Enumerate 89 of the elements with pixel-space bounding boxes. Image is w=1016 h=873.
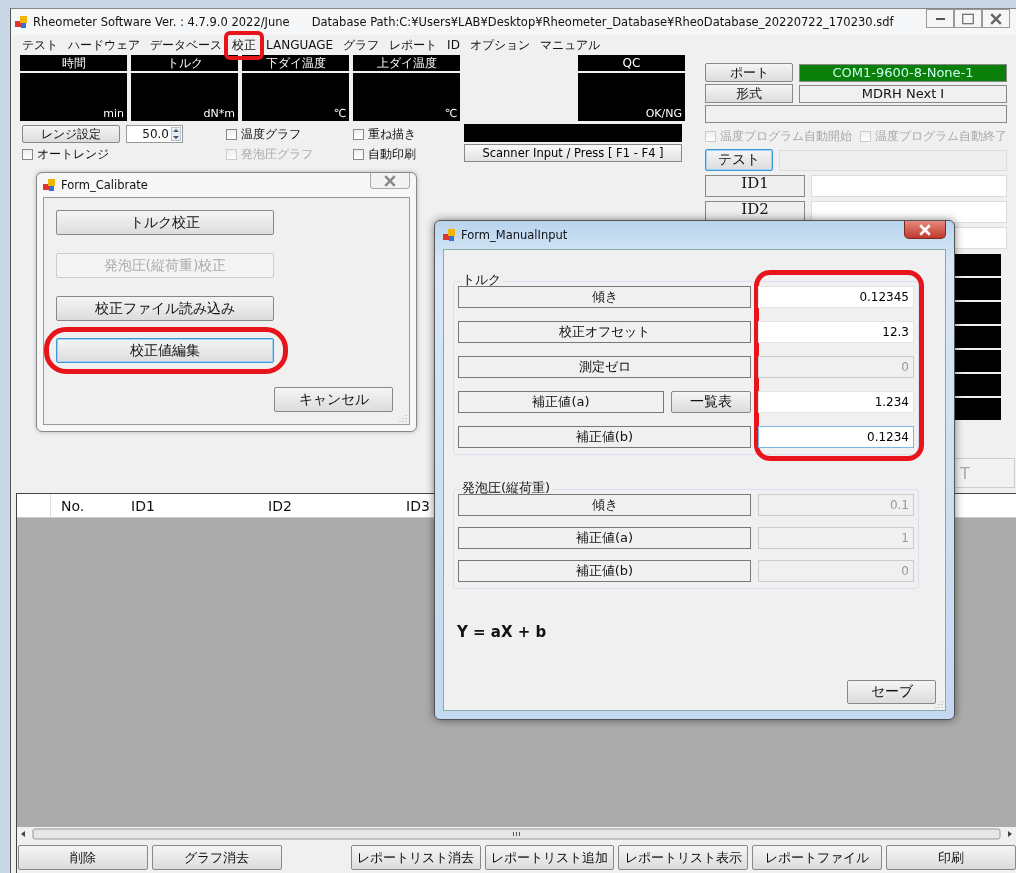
checkbox-label: 発泡圧グラフ	[241, 145, 313, 163]
menu-item[interactable]: 校正	[227, 36, 261, 54]
toolbar-button[interactable]: レポートリスト表示	[618, 845, 749, 870]
app-icon	[15, 16, 27, 28]
checkbox[interactable]	[226, 128, 237, 140]
menu-item[interactable]: ハードウェア	[63, 36, 145, 54]
display-header: 上ダイ温度	[353, 55, 460, 71]
checkbox[interactable]	[353, 148, 364, 160]
checkbox-label: オートレンジ	[37, 145, 109, 163]
cancel-button[interactable]: キャンセル	[274, 387, 393, 412]
close-icon	[990, 12, 1002, 25]
resize-grip-icon[interactable]	[399, 414, 407, 422]
toolbar-button[interactable]: 削除	[18, 845, 148, 870]
field-label: 測定ゼロ	[458, 356, 751, 378]
maximize-button[interactable]	[954, 9, 982, 28]
unit-label: ℃	[444, 107, 457, 120]
checkbox-label: 温度グラフ	[241, 125, 301, 143]
menu-item[interactable]: LANGUAGE	[261, 38, 339, 52]
display-header: 時間	[20, 55, 127, 71]
toolbar-button[interactable]: レポートリスト追加	[484, 845, 615, 870]
id-button[interactable]: ID1	[705, 175, 805, 197]
menu-item[interactable]: マニュアル	[534, 36, 605, 54]
menu-item[interactable]: ID	[442, 38, 465, 52]
field-label: 傾き	[458, 494, 751, 516]
value-field[interactable]: 12.3	[758, 321, 914, 343]
app-icon	[43, 179, 55, 191]
close-icon	[384, 174, 396, 187]
close-icon	[919, 223, 931, 236]
resize-grip-icon[interactable]	[935, 700, 943, 708]
value-field[interactable]: 0.1234	[758, 426, 914, 448]
checkbox-label: 重ね描き	[368, 125, 416, 143]
field-label: 補正値(a)	[458, 527, 751, 549]
minimize-icon	[935, 17, 945, 20]
field-label: 校正オフセット	[458, 321, 751, 343]
toolbar-button[interactable]: レポートファイル	[752, 845, 883, 870]
menu-item[interactable]: オプション	[464, 36, 535, 54]
formula-text: Y = aX + b	[457, 623, 548, 641]
unit-label: OK/NG	[645, 107, 682, 120]
dialog-button[interactable]: 校正ファイル読み込み	[56, 296, 274, 321]
display-header: 下ダイ温度	[242, 55, 349, 71]
field-label: 補正値(a)	[458, 391, 664, 413]
unit-label: ℃	[333, 107, 346, 120]
dialog-title: Form_ManualInput	[461, 228, 568, 242]
type-value: MDRH Next I	[799, 84, 1007, 103]
checkbox[interactable]	[22, 148, 33, 160]
spin-arrows-icon[interactable]	[171, 127, 181, 141]
list-button[interactable]: 一覧表	[671, 391, 751, 413]
window-title: Rheometer Software Ver. : 4.7.9.0 2022/June	[33, 15, 290, 29]
port-status: COM1-9600-8-None-1	[799, 63, 1007, 82]
menu-item[interactable]: レポート	[384, 36, 443, 54]
value-field[interactable]: 0.12345	[758, 286, 914, 308]
value-field[interactable]: 1.234	[758, 391, 914, 413]
toolbar-button[interactable]: レポートリスト消去	[350, 845, 481, 870]
port-button[interactable]: ポート	[705, 63, 793, 82]
checkbox-label: 自動印刷	[368, 145, 416, 163]
field-label: 補正値(b)	[458, 560, 751, 582]
column-header[interactable]: No.	[51, 497, 121, 514]
unit-label: dN*m	[203, 107, 235, 120]
display-header: QC	[578, 55, 685, 71]
dialog-button[interactable]: 校正値編集	[56, 338, 274, 363]
column-header[interactable]: ID1	[121, 497, 258, 514]
dialog-button[interactable]: トルク校正	[56, 210, 274, 235]
save-button[interactable]: セーブ	[847, 680, 936, 704]
range-button[interactable]: レンジ設定	[22, 125, 120, 143]
menu-item[interactable]: データベース	[145, 36, 227, 54]
display-header: トルク	[131, 55, 238, 71]
menu-item[interactable]: グラフ	[338, 36, 385, 54]
toolbar-button[interactable]: グラフ消去	[151, 845, 282, 870]
type-button[interactable]: 形式	[705, 84, 793, 103]
unit-label: min	[103, 107, 124, 120]
id-field[interactable]	[811, 175, 1007, 197]
scanner-button[interactable]: Scanner Input / Press [ F1 - F4 ]	[464, 144, 682, 162]
test-button[interactable]: テスト	[705, 149, 773, 171]
database-path: Database Path:C:¥Users¥LAB¥Desktop¥Rheometer_Database¥RheoDatabase_20220722_170230.sdf	[311, 15, 894, 29]
dialog-title: Form_Calibrate	[61, 178, 148, 192]
minimize-button[interactable]	[926, 9, 954, 28]
id-button[interactable]: ID2	[705, 201, 805, 223]
toolbar-button[interactable]: 印刷	[886, 845, 1016, 870]
column-header[interactable]: ID2	[258, 497, 396, 514]
close-button[interactable]	[982, 9, 1010, 28]
app-icon	[443, 229, 455, 241]
field-label: 傾き	[458, 286, 751, 308]
close-button[interactable]	[904, 221, 946, 239]
id-field[interactable]	[811, 201, 1007, 223]
maximize-icon	[962, 12, 974, 25]
menu-item[interactable]: テスト	[17, 36, 63, 54]
checkbox[interactable]	[353, 128, 364, 140]
spin-field[interactable]: 50.0	[126, 125, 183, 143]
field-label: 補正値(b)	[458, 426, 751, 448]
